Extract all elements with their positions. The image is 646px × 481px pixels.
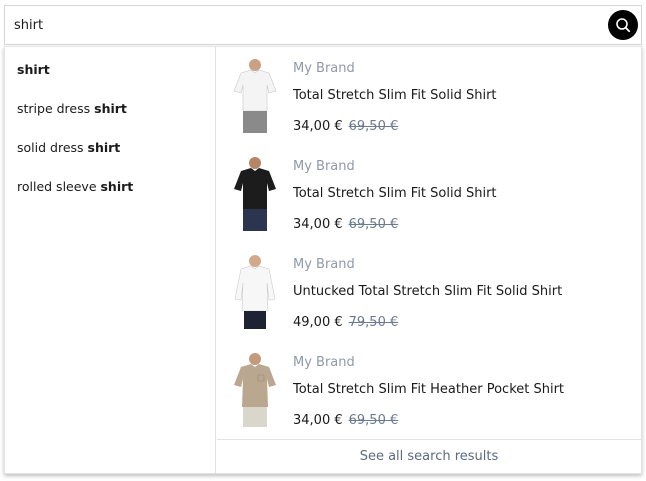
search-icon: [616, 18, 631, 33]
search-button[interactable]: [608, 10, 638, 40]
product-name: Total Stretch Slim Fit Solid Shirt: [293, 88, 497, 103]
product-image: [234, 157, 276, 231]
product-name: Total Stretch Slim Fit Solid Shirt: [293, 186, 497, 201]
suggestion-match: shirt: [87, 140, 121, 155]
suggestion-list: shirt stripe dress shirt solid dress shi…: [5, 47, 216, 473]
product-price: 34,00 €: [293, 217, 343, 232]
suggestion-item[interactable]: shirt: [17, 62, 50, 77]
pants-shape: [243, 407, 267, 427]
product-image: [233, 59, 277, 133]
product-old-price: 69,50 €: [348, 413, 399, 428]
product-prices: 34,00 € 69,50 €: [293, 217, 398, 232]
suggestion-prefix: solid dress: [17, 140, 88, 155]
search-input[interactable]: [5, 6, 595, 44]
product-price: 49,00 €: [293, 315, 343, 330]
see-all-results-link[interactable]: See all search results: [217, 439, 641, 473]
pants-shape: [243, 111, 267, 133]
suggestion-item[interactable]: solid dress shirt: [17, 140, 120, 155]
suggestion-item[interactable]: stripe dress shirt: [17, 101, 127, 116]
suggestion-prefix: rolled sleeve: [17, 179, 101, 194]
product-card[interactable]: My Brand Total Stretch Slim Fit Solid Sh…: [217, 47, 641, 145]
product-card[interactable]: My Brand Total Stretch Slim Fit Solid Sh…: [217, 145, 641, 243]
product-results: My Brand Total Stretch Slim Fit Solid Sh…: [217, 47, 641, 439]
product-old-price: 79,50 €: [348, 315, 399, 330]
suggestion-item[interactable]: rolled sleeve shirt: [17, 179, 133, 194]
product-prices: 34,00 € 69,50 €: [293, 413, 398, 428]
pants-shape: [244, 311, 266, 329]
shirt-shape: [234, 168, 276, 209]
product-card[interactable]: My Brand Untucked Total Stretch Slim Fit…: [217, 243, 641, 341]
search-bar: [4, 5, 642, 45]
product-image: [234, 255, 276, 329]
suggestion-match: shirt: [17, 62, 50, 77]
product-old-price: 69,50 €: [348, 119, 399, 134]
product-old-price: 69,50 €: [348, 217, 399, 232]
suggestion-match: shirt: [100, 179, 134, 194]
product-brand: My Brand: [293, 355, 355, 370]
search-dropdown: shirt stripe dress shirt solid dress shi…: [4, 46, 642, 474]
product-name: Untucked Total Stretch Slim Fit Solid Sh…: [293, 284, 563, 299]
product-prices: 34,00 € 69,50 €: [293, 119, 398, 134]
suggestion-prefix: stripe dress: [17, 101, 95, 116]
pants-shape: [243, 209, 267, 231]
product-brand: My Brand: [293, 257, 355, 272]
product-brand: My Brand: [293, 159, 355, 174]
shirt-shape: [234, 265, 276, 312]
product-name: Total Stretch Slim Fit Heather Pocket Sh…: [293, 382, 565, 397]
product-price: 34,00 €: [293, 413, 343, 428]
product-card[interactable]: My Brand Total Stretch Slim Fit Heather …: [217, 341, 641, 439]
shirt-shape: [234, 364, 276, 407]
product-prices: 49,00 € 79,50 €: [293, 315, 398, 330]
product-brand: My Brand: [293, 61, 355, 76]
shirt-shape: [233, 69, 277, 112]
suggestion-match: shirt: [94, 101, 127, 116]
product-price: 34,00 €: [293, 119, 343, 134]
product-image: [234, 353, 276, 427]
